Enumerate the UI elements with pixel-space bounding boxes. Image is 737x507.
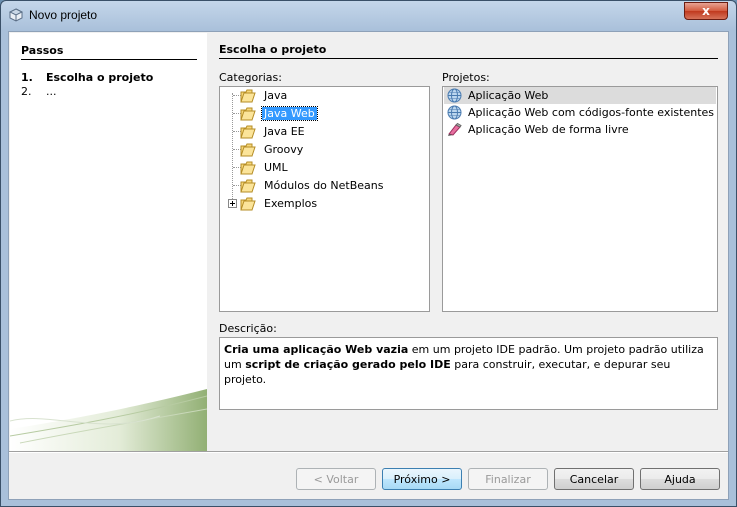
help-button[interactable]: Ajuda bbox=[640, 468, 720, 490]
folder-icon bbox=[240, 179, 256, 193]
title-bar[interactable]: Novo projeto x bbox=[1, 1, 736, 29]
description-label: Descrição: bbox=[219, 322, 277, 335]
steps-title: Passos bbox=[21, 44, 64, 57]
tree-item-label: Exemplos bbox=[264, 197, 318, 210]
step-label: Escolha o projeto bbox=[46, 71, 154, 84]
tree-item-label: Java EE bbox=[264, 125, 305, 138]
projects-list[interactable]: Aplicação Web Aplicação Web com códigos-… bbox=[442, 86, 718, 312]
next-button[interactable]: Próximo > bbox=[382, 468, 462, 490]
decorative-swoosh bbox=[10, 389, 207, 451]
finish-button[interactable]: Finalizar bbox=[468, 468, 548, 490]
tree-item-uml[interactable]: UML bbox=[220, 159, 420, 177]
step-item: 2.... bbox=[21, 85, 57, 98]
project-item-label: Aplicação Web bbox=[468, 89, 549, 102]
globe-icon bbox=[447, 88, 462, 103]
tree-item-label: Groovy bbox=[264, 143, 304, 156]
tree-item-label: Módulos do NetBeans bbox=[264, 179, 384, 192]
project-item-web-application[interactable]: Aplicação Web bbox=[444, 87, 716, 104]
dialog-content: Passos 1. Escolha o projeto 2.... Escolh… bbox=[8, 31, 729, 500]
steps-divider bbox=[21, 59, 197, 60]
close-button[interactable]: x bbox=[684, 2, 728, 20]
folder-icon bbox=[240, 143, 256, 157]
step-number: 1. bbox=[21, 71, 33, 84]
categories-tree[interactable]: Java Java Web Java EE Groovy UML Módulos… bbox=[219, 86, 430, 312]
cancel-button[interactable]: Cancelar bbox=[554, 468, 634, 490]
description-text: Cria uma aplicação Web vazia em um proje… bbox=[219, 337, 718, 410]
step-label: ... bbox=[46, 85, 57, 98]
folder-icon bbox=[240, 107, 256, 121]
page-title: Escolha o projeto bbox=[219, 43, 327, 56]
step-number: 2. bbox=[21, 85, 32, 98]
folder-icon bbox=[240, 197, 256, 211]
project-item-label: Aplicação Web com códigos-fonte existent… bbox=[468, 106, 715, 119]
tree-item-examples[interactable]: Exemplos bbox=[220, 195, 420, 213]
dialog-window: Novo projeto x Passos 1. Escolha o projet… bbox=[0, 0, 737, 507]
folder-icon bbox=[240, 125, 256, 139]
tree-item-java-ee[interactable]: Java EE bbox=[220, 123, 420, 141]
globe-icon bbox=[447, 105, 462, 120]
projects-label: Projetos: bbox=[442, 71, 490, 84]
back-button[interactable]: < Voltar bbox=[296, 468, 376, 490]
step-item: 1. Escolha o projeto bbox=[21, 71, 153, 84]
window-title: Novo projeto bbox=[29, 8, 98, 22]
button-separator bbox=[9, 451, 728, 453]
expand-icon[interactable] bbox=[228, 199, 237, 208]
folder-icon bbox=[240, 89, 256, 103]
freeform-web-icon bbox=[448, 122, 462, 136]
description-bold-3: script de criação gerado pelo IDE bbox=[245, 358, 451, 371]
tree-item-netbeans-modules[interactable]: Módulos do NetBeans bbox=[220, 177, 420, 195]
project-item-web-existing-sources[interactable]: Aplicação Web com códigos-fonte existent… bbox=[444, 104, 716, 121]
tree-item-java-web[interactable]: Java Web bbox=[220, 105, 420, 123]
tree-item-label: UML bbox=[264, 161, 288, 174]
steps-panel: Passos 1. Escolha o projeto 2.... bbox=[10, 33, 207, 451]
tree-item-groovy[interactable]: Groovy bbox=[220, 141, 420, 159]
close-icon: x bbox=[702, 4, 710, 18]
title-divider bbox=[219, 58, 718, 59]
description-bold-1: Cria uma aplicação Web vazia bbox=[224, 343, 409, 356]
categories-label: Categorias: bbox=[219, 71, 282, 84]
tree-item-label: Java bbox=[264, 89, 288, 102]
tree-item-java[interactable]: Java bbox=[220, 87, 420, 105]
project-item-web-freeform[interactable]: Aplicação Web de forma livre bbox=[444, 121, 716, 138]
netbeans-cube-icon bbox=[9, 8, 23, 22]
tree-item-label: Java Web bbox=[261, 106, 318, 121]
project-item-label: Aplicação Web de forma livre bbox=[468, 123, 629, 136]
folder-icon bbox=[240, 161, 256, 175]
